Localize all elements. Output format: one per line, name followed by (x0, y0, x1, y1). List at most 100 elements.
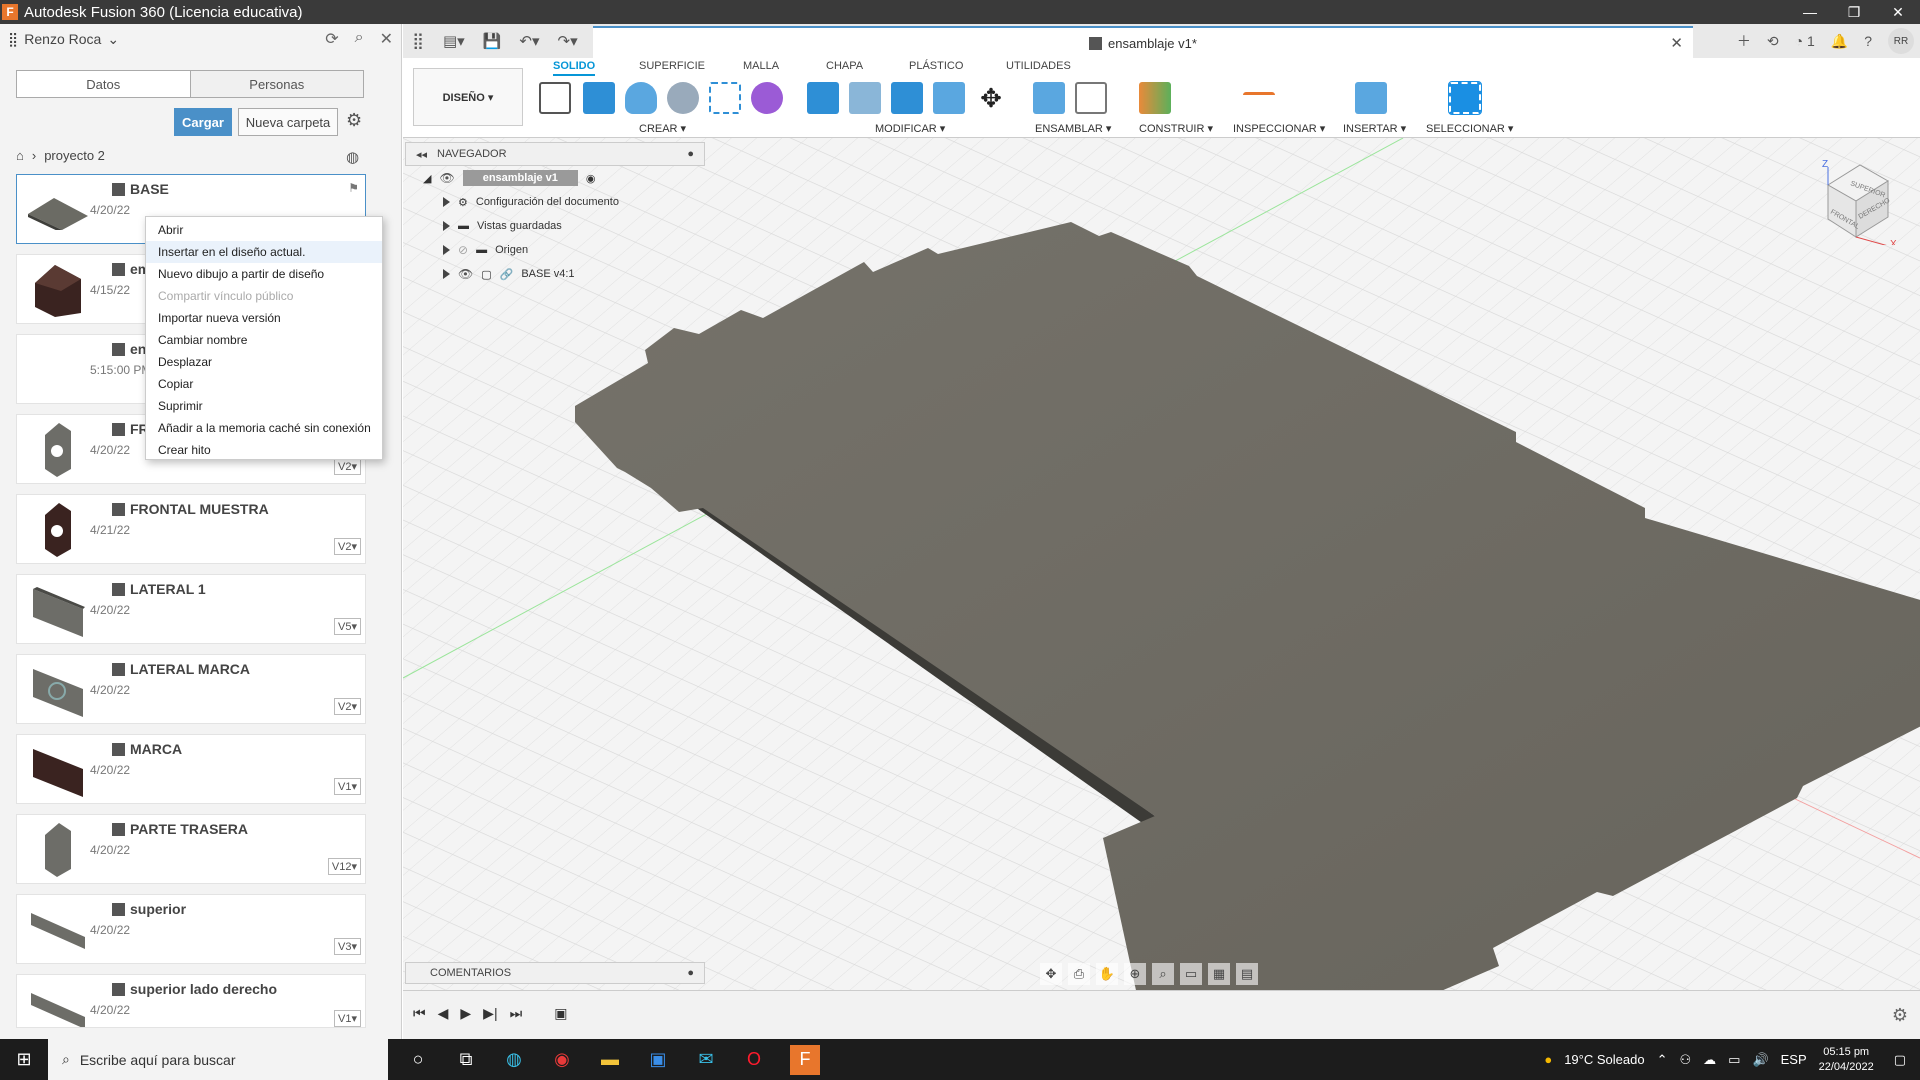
tab-datos[interactable]: Datos (17, 71, 190, 97)
home-icon[interactable]: ⌂ (16, 148, 24, 163)
version-dropdown[interactable]: V5▾ (334, 618, 361, 635)
pin-icon[interactable]: ● (687, 148, 694, 160)
chevron-up-icon[interactable]: ⌃ (1657, 1052, 1668, 1068)
combine-icon[interactable] (891, 82, 923, 114)
cortana-icon[interactable]: ○ (406, 1048, 430, 1072)
version-dropdown[interactable]: V1▾ (334, 778, 361, 795)
autodesk-app-icon[interactable]: ◉ (550, 1048, 574, 1072)
file-explorer-icon[interactable]: ▬ (598, 1048, 622, 1072)
bell-icon[interactable]: 🔔 (1831, 33, 1848, 50)
menu-item-desplazar[interactable]: Desplazar (146, 351, 382, 373)
menu-item-suprimir[interactable]: Suprimir (146, 395, 382, 417)
expand-icon[interactable] (443, 269, 450, 279)
menu-item-abrir[interactable]: Abrir (146, 219, 382, 241)
hole-icon[interactable] (667, 82, 699, 114)
group-construir[interactable]: CONSTRUIR ▾ (1139, 122, 1213, 135)
tab-personas[interactable]: Personas (189, 71, 363, 97)
language-indicator[interactable]: ESP (1781, 1052, 1807, 1067)
help-icon[interactable]: ? (1864, 33, 1872, 49)
move-icon[interactable]: ✥ (975, 82, 1007, 114)
group-seleccionar[interactable]: SELECCIONAR ▾ (1426, 122, 1513, 135)
display-settings-icon[interactable]: ▭ (1180, 963, 1202, 985)
tab-chapa[interactable]: CHAPA (826, 60, 863, 72)
add-comment-icon[interactable]: ● (687, 967, 694, 979)
file-item[interactable]: LATERAL MARCA 4/20/22 V2▾ (16, 654, 366, 724)
pattern-icon[interactable] (709, 82, 741, 114)
taskbar-search[interactable]: ⌕ Escribe aquí para buscar (48, 1039, 388, 1080)
menu-item-insertar[interactable]: Insertar en el diseño actual. (146, 241, 382, 263)
look-at-icon[interactable]: ⎙ (1068, 963, 1090, 985)
offset-plane-icon[interactable] (1139, 82, 1171, 114)
upload-button[interactable]: Cargar (174, 108, 232, 136)
restore-button[interactable]: ❐ (1832, 0, 1876, 24)
file-menu-icon[interactable]: ▤▾ (443, 32, 465, 50)
close-window-button[interactable]: ✕ (1876, 0, 1920, 24)
navigator-item[interactable]: ▬ Vistas guardadas (405, 214, 705, 238)
collapse-icon[interactable]: ◂◂ (416, 148, 427, 161)
notifications-icon[interactable]: ▢ (1894, 1052, 1906, 1068)
volume-icon[interactable]: 🔊 (1752, 1052, 1768, 1068)
version-dropdown[interactable]: V1▾ (334, 1010, 361, 1027)
group-modificar[interactable]: MODIFICAR ▾ (875, 122, 945, 135)
file-item[interactable]: MARCA 4/20/22 V1▾ (16, 734, 366, 804)
gear-icon[interactable]: ⚙ (346, 110, 362, 131)
step-forward-icon[interactable]: ▶| (483, 1005, 497, 1022)
select-icon[interactable] (1448, 81, 1482, 115)
version-dropdown[interactable]: V3▾ (334, 938, 361, 955)
new-folder-button[interactable]: Nueva carpeta (238, 108, 338, 136)
search-icon[interactable]: ⌕ (355, 29, 364, 49)
file-item[interactable]: FRONTAL MUESTRA 4/21/22 V2▾ (16, 494, 366, 564)
hidden-eye-icon[interactable]: ⊘ (458, 243, 468, 257)
grid-settings-icon[interactable]: ▦ (1208, 963, 1230, 985)
expand-icon[interactable] (443, 197, 450, 207)
new-component-icon[interactable] (1033, 82, 1065, 114)
group-ensamblar[interactable]: ENSAMBLAR ▾ (1035, 122, 1111, 135)
workspace-switcher[interactable]: DISEÑO ▾ (413, 68, 523, 126)
fillet-icon[interactable] (849, 82, 881, 114)
shell-icon[interactable] (933, 82, 965, 114)
tab-utilidades[interactable]: UTILIDADES (1006, 60, 1071, 72)
view-cube[interactable]: SUPERIOR FRONTAL DERECHO Z X (1808, 155, 1898, 250)
eye-icon[interactable]: 👁 (439, 171, 454, 185)
group-crear[interactable]: CREAR ▾ (639, 122, 686, 135)
go-to-start-icon[interactable]: ⏮ (413, 1005, 426, 1022)
menu-item-cambiar-nombre[interactable]: Cambiar nombre (146, 329, 382, 351)
comments-panel[interactable]: COMENTARIOS ● (405, 962, 705, 984)
people-icon[interactable]: ⚇ (1679, 1052, 1691, 1068)
joint-icon[interactable] (1075, 82, 1107, 114)
navigator-item[interactable]: ⚙ Configuración del documento (405, 190, 705, 214)
redo-icon[interactable]: ↷▾ (558, 32, 578, 50)
file-item[interactable]: PARTE TRASERA 4/20/22 V12▾ (16, 814, 366, 884)
menu-item-cache[interactable]: Añadir a la memoria caché sin conexión (146, 417, 382, 439)
mail-icon[interactable]: ✉ (694, 1048, 718, 1072)
store-icon[interactable]: ▣ (646, 1048, 670, 1072)
press-pull-icon[interactable] (807, 82, 839, 114)
weather-text[interactable]: 19°C Soleado (1564, 1052, 1644, 1067)
file-item[interactable]: superior lado derecho 4/20/22 V1▾ (16, 974, 366, 1028)
edge-icon[interactable]: ◍ (502, 1048, 526, 1072)
fusion-taskbar-icon[interactable]: F (790, 1044, 820, 1075)
file-item[interactable]: superior 4/20/22 V3▾ (16, 894, 366, 964)
save-icon[interactable]: 💾 (483, 32, 502, 50)
orbit-icon[interactable]: ✥ (1040, 963, 1062, 985)
insert-image-icon[interactable] (1355, 82, 1387, 114)
extensions-icon[interactable]: ⟲ (1767, 33, 1779, 50)
avatar[interactable]: RR (1888, 28, 1914, 54)
breadcrumb-project[interactable]: proyecto 2 (44, 148, 105, 163)
close-tab-icon[interactable]: ✕ (1670, 34, 1683, 52)
menu-item-nuevo-dibujo[interactable]: Nuevo dibujo a partir de diseño (146, 263, 382, 285)
tab-solido[interactable]: SOLIDO (553, 60, 596, 76)
group-inspeccionar[interactable]: INSPECCIONAR ▾ (1233, 122, 1325, 135)
version-dropdown[interactable]: V12▾ (327, 858, 361, 875)
file-item[interactable]: LATERAL 1 4/20/22 V5▾ (16, 574, 366, 644)
timeline-settings-icon[interactable]: ⚙ (1892, 1005, 1908, 1026)
data-panel-toggle-icon[interactable]: ⣿ (403, 31, 433, 51)
document-tab[interactable]: ensamblaje v1* ✕ (593, 26, 1693, 58)
milestone-flag-icon[interactable]: ⚑ (348, 181, 359, 195)
measure-icon[interactable] (1243, 92, 1275, 104)
network-icon[interactable]: ▭ (1728, 1052, 1740, 1068)
tab-plastico[interactable]: PLÁSTICO (909, 60, 963, 72)
zoom-icon[interactable]: ⊕ (1124, 963, 1146, 985)
start-icon[interactable]: ⊞ (0, 1049, 48, 1070)
menu-item-copiar[interactable]: Copiar (146, 373, 382, 395)
